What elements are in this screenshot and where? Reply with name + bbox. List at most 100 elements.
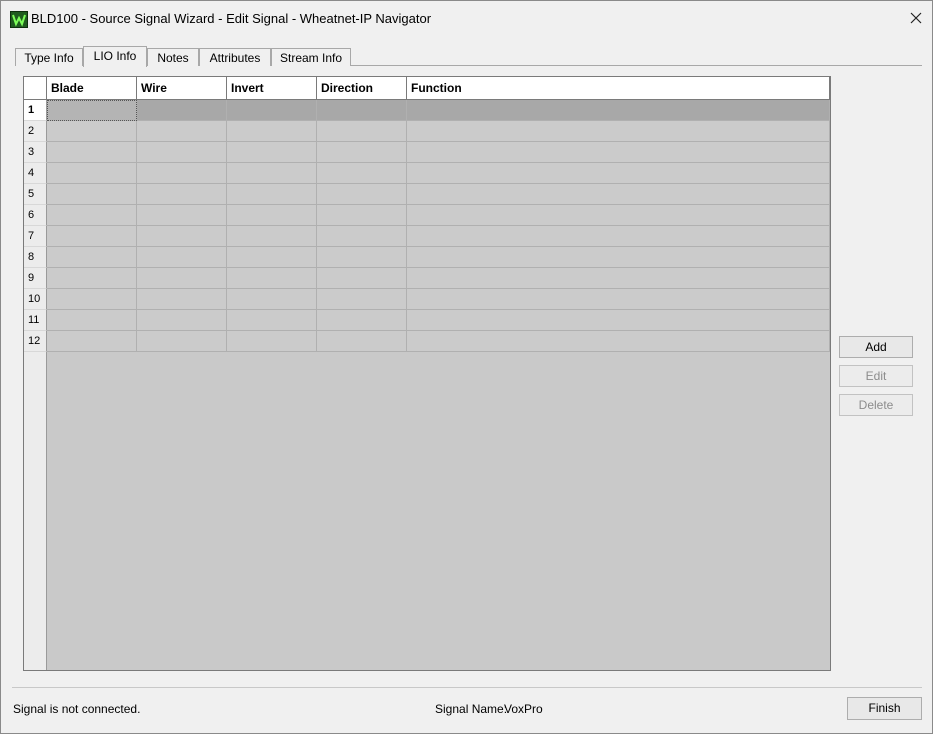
table-row[interactable]: 6: [24, 205, 830, 226]
grid-cell[interactable]: [317, 163, 407, 184]
grid-cell[interactable]: [227, 226, 317, 247]
table-row[interactable]: 8: [24, 247, 830, 268]
grid-cell[interactable]: [227, 121, 317, 142]
grid-cell[interactable]: [137, 142, 227, 163]
grid-cell[interactable]: [407, 268, 830, 289]
grid-cell[interactable]: [47, 226, 137, 247]
grid-cell[interactable]: [317, 268, 407, 289]
grid-cell[interactable]: [227, 310, 317, 331]
grid-cell[interactable]: [407, 331, 830, 352]
close-button[interactable]: [902, 1, 932, 35]
grid-cell[interactable]: [47, 205, 137, 226]
row-number[interactable]: 10: [24, 289, 47, 310]
grid-cell[interactable]: [137, 226, 227, 247]
tab-attributes[interactable]: Attributes: [199, 48, 271, 66]
grid-cell[interactable]: [227, 247, 317, 268]
table-row[interactable]: 2: [24, 121, 830, 142]
grid-cell[interactable]: [227, 184, 317, 205]
grid-cell[interactable]: [137, 310, 227, 331]
edit-button[interactable]: Edit: [839, 365, 913, 387]
table-row[interactable]: 4: [24, 163, 830, 184]
grid-cell[interactable]: [47, 268, 137, 289]
column-header-direction[interactable]: Direction: [317, 77, 407, 99]
grid-cell[interactable]: [47, 184, 137, 205]
table-row[interactable]: 10: [24, 289, 830, 310]
grid-cell[interactable]: [137, 121, 227, 142]
table-row[interactable]: 7: [24, 226, 830, 247]
table-row[interactable]: 11: [24, 310, 830, 331]
grid-cell[interactable]: [137, 205, 227, 226]
grid-cell[interactable]: [407, 247, 830, 268]
lio-grid[interactable]: Blade Wire Invert Direction Function 123…: [23, 76, 831, 671]
row-number[interactable]: 4: [24, 163, 47, 184]
grid-cell[interactable]: [317, 184, 407, 205]
grid-cell[interactable]: [137, 289, 227, 310]
row-number[interactable]: 6: [24, 205, 47, 226]
grid-cell[interactable]: [317, 100, 407, 121]
grid-cell[interactable]: [47, 247, 137, 268]
row-number[interactable]: 3: [24, 142, 47, 163]
table-row[interactable]: 5: [24, 184, 830, 205]
finish-button[interactable]: Finish: [847, 697, 922, 720]
table-row[interactable]: 9: [24, 268, 830, 289]
grid-cell[interactable]: [317, 121, 407, 142]
column-header-blade[interactable]: Blade: [47, 77, 137, 99]
grid-cell[interactable]: [47, 331, 137, 352]
grid-cell[interactable]: [407, 310, 830, 331]
row-number[interactable]: 11: [24, 310, 47, 331]
table-row[interactable]: 12: [24, 331, 830, 352]
grid-cell[interactable]: [407, 142, 830, 163]
row-number[interactable]: 2: [24, 121, 47, 142]
grid-cell[interactable]: [317, 226, 407, 247]
column-header-invert[interactable]: Invert: [227, 77, 317, 99]
grid-corner[interactable]: [24, 77, 47, 99]
grid-cell[interactable]: [227, 163, 317, 184]
grid-cell[interactable]: [47, 163, 137, 184]
row-number[interactable]: 12: [24, 331, 47, 352]
column-header-function[interactable]: Function: [407, 77, 830, 99]
table-row[interactable]: 3: [24, 142, 830, 163]
tab-lio-info[interactable]: LIO Info: [83, 46, 147, 67]
grid-cell[interactable]: [317, 310, 407, 331]
grid-cell[interactable]: [227, 205, 317, 226]
grid-cell[interactable]: [227, 268, 317, 289]
row-number[interactable]: 7: [24, 226, 47, 247]
grid-cell[interactable]: [317, 247, 407, 268]
grid-cell[interactable]: [317, 205, 407, 226]
delete-button[interactable]: Delete: [839, 394, 913, 416]
grid-cell[interactable]: [137, 268, 227, 289]
grid-cell[interactable]: [137, 247, 227, 268]
grid-cell[interactable]: [137, 184, 227, 205]
grid-cell[interactable]: [407, 100, 830, 121]
tab-notes[interactable]: Notes: [147, 48, 199, 66]
add-button[interactable]: Add: [839, 336, 913, 358]
column-header-wire[interactable]: Wire: [137, 77, 227, 99]
grid-cell[interactable]: [137, 163, 227, 184]
grid-cell[interactable]: [227, 331, 317, 352]
grid-cell[interactable]: [47, 142, 137, 163]
grid-cell[interactable]: [47, 310, 137, 331]
grid-cell[interactable]: [47, 289, 137, 310]
grid-cell[interactable]: [137, 100, 227, 121]
grid-cell[interactable]: [317, 142, 407, 163]
tab-stream-info[interactable]: Stream Info: [271, 48, 351, 66]
grid-cell[interactable]: [137, 331, 227, 352]
grid-cell[interactable]: [47, 121, 137, 142]
title-bar[interactable]: BLD100 - Source Signal Wizard - Edit Sig…: [1, 1, 932, 35]
grid-cell[interactable]: [407, 289, 830, 310]
grid-cell[interactable]: [227, 289, 317, 310]
grid-cell[interactable]: [317, 289, 407, 310]
grid-cell[interactable]: [47, 100, 137, 121]
grid-cell[interactable]: [227, 142, 317, 163]
row-number[interactable]: 9: [24, 268, 47, 289]
row-number[interactable]: 8: [24, 247, 47, 268]
grid-cell[interactable]: [407, 121, 830, 142]
grid-cell[interactable]: [407, 226, 830, 247]
table-row[interactable]: 1: [24, 100, 830, 121]
grid-cell[interactable]: [227, 100, 317, 121]
row-number[interactable]: 1: [24, 100, 47, 121]
grid-cell[interactable]: [407, 184, 830, 205]
grid-cell[interactable]: [407, 163, 830, 184]
row-number[interactable]: 5: [24, 184, 47, 205]
grid-cell[interactable]: [317, 331, 407, 352]
